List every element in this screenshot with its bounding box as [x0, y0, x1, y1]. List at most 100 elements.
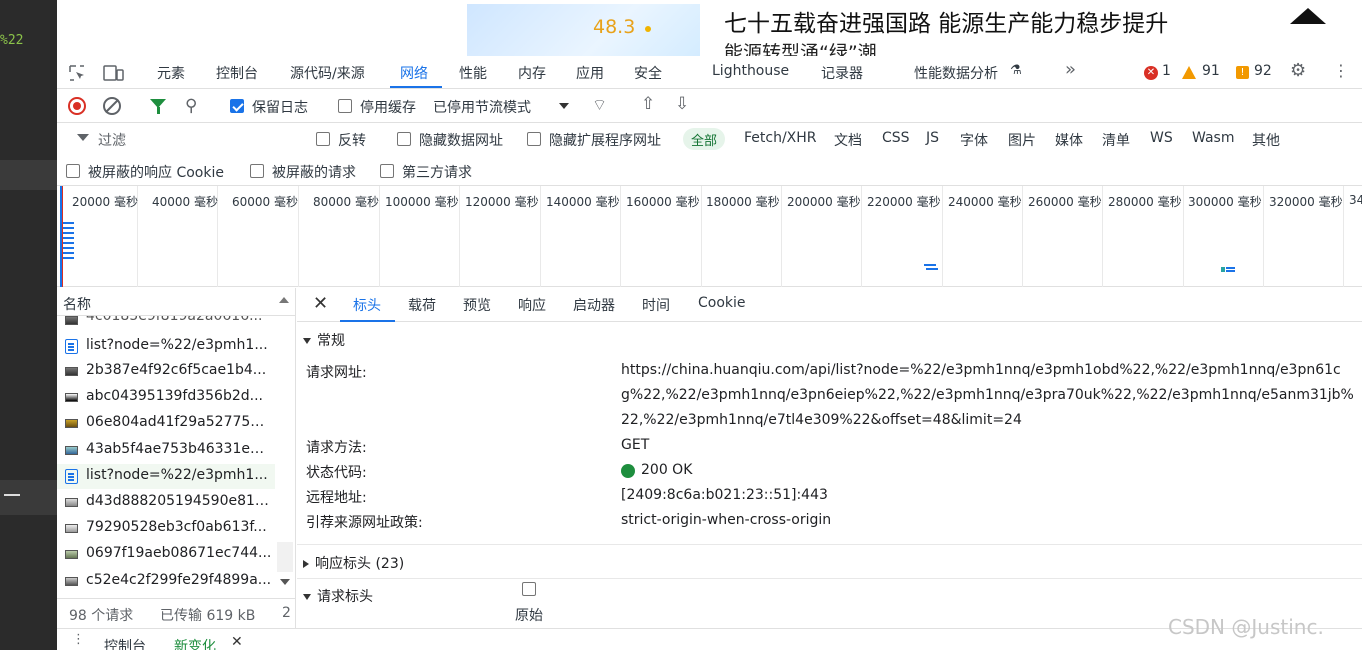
- invert-label[interactable]: 反转: [338, 130, 366, 150]
- inspect-icon[interactable]: [67, 63, 87, 83]
- timeline-tick-label: 100000 毫秒: [385, 195, 459, 209]
- scroll-down-icon[interactable]: [280, 579, 290, 585]
- raw-headers-checkbox[interactable]: [522, 582, 536, 596]
- drawer-tab-whats-new[interactable]: 新变化: [174, 636, 216, 650]
- filter-type-manifest[interactable]: 清单: [1102, 130, 1130, 150]
- hide-data-urls-label[interactable]: 隐藏数据网址: [419, 130, 503, 150]
- more-options-icon[interactable]: ⋮: [1333, 61, 1349, 80]
- tab-lighthouse[interactable]: Lighthouse: [712, 63, 789, 79]
- tab-payload[interactable]: 载荷: [408, 295, 436, 315]
- request-row[interactable]: 2b387e4f92c6f5cae1b4...: [57, 359, 275, 384]
- drawer-menu-icon[interactable]: ⋮: [72, 632, 85, 647]
- tab-console[interactable]: 控制台: [216, 63, 258, 83]
- warning-icon[interactable]: [1182, 66, 1196, 79]
- gear-icon[interactable]: ⚙: [1290, 60, 1306, 81]
- filter-type-js[interactable]: JS: [926, 130, 939, 146]
- tab-network[interactable]: 网络: [400, 63, 428, 83]
- request-row[interactable]: abc04395139fd356b2d...: [57, 385, 275, 410]
- error-icon[interactable]: ✕: [1144, 66, 1158, 80]
- tab-security[interactable]: 安全: [634, 63, 662, 83]
- export-har-icon[interactable]: ⇩: [675, 94, 689, 114]
- sort-up-icon[interactable]: [279, 297, 289, 303]
- filter-type-font[interactable]: 字体: [960, 130, 988, 150]
- tab-application[interactable]: 应用: [576, 63, 604, 83]
- timeline-overview[interactable]: 20000 毫秒 40000 毫秒 60000 毫秒 80000 毫秒 1000…: [57, 186, 1362, 287]
- request-row[interactable]: 0697f19aeb08671ec744...: [57, 542, 275, 567]
- tab-performance-insights[interactable]: 性能数据分析: [914, 63, 998, 83]
- request-row-selected[interactable]: list?node=%22/e3pmh1...: [57, 464, 275, 489]
- hide-ext-urls-checkbox[interactable]: [527, 132, 541, 146]
- tab-performance[interactable]: 性能: [459, 63, 487, 83]
- request-row[interactable]: c52e4c2f299fe29f4899a...: [57, 569, 275, 594]
- raw-headers-label[interactable]: 原始: [515, 605, 543, 625]
- timeline-tick-label: 200000 毫秒: [787, 195, 861, 209]
- tab-elements[interactable]: 元素: [157, 63, 185, 83]
- network-conditions-icon[interactable]: ⌔: [592, 95, 607, 115]
- filter-type-media[interactable]: 媒体: [1055, 130, 1083, 150]
- disable-cache-label[interactable]: 停用缓存: [360, 97, 416, 117]
- request-name: 06e804ad41f29a527753...: [86, 414, 272, 430]
- blocked-requests-checkbox[interactable]: [250, 164, 264, 178]
- disable-cache-checkbox[interactable]: [338, 99, 352, 113]
- general-section-toggle[interactable]: 常规: [303, 330, 345, 350]
- filter-type-other[interactable]: 其他: [1252, 130, 1280, 150]
- timeline-tick-label: 34: [1349, 193, 1362, 207]
- minus-icon[interactable]: [4, 494, 20, 496]
- preserve-log-checkbox[interactable]: [230, 99, 244, 113]
- filter-type-img[interactable]: 图片: [1008, 130, 1036, 150]
- more-tabs-icon[interactable]: »: [1065, 59, 1076, 80]
- request-row[interactable]: 4c0185e9f819a2a0616...: [57, 316, 275, 328]
- filter-type-ws[interactable]: WS: [1150, 130, 1173, 146]
- third-party-checkbox[interactable]: [380, 164, 394, 178]
- filter-type-css[interactable]: CSS: [882, 130, 910, 146]
- drawer-tab-console[interactable]: 控制台: [104, 636, 146, 650]
- name-column-header[interactable]: 名称: [63, 294, 91, 314]
- scroll-top-icon[interactable]: [1290, 8, 1326, 24]
- tab-response[interactable]: 响应: [518, 295, 546, 315]
- chevron-down-icon[interactable]: [559, 103, 569, 109]
- tab-memory[interactable]: 内存: [518, 63, 546, 83]
- search-icon[interactable]: ⚲: [185, 96, 197, 116]
- import-har-icon[interactable]: ⇧: [641, 94, 655, 114]
- hide-data-urls-checkbox[interactable]: [397, 132, 411, 146]
- tab-preview[interactable]: 预览: [463, 295, 491, 315]
- hide-ext-urls-label[interactable]: 隐藏扩展程序网址: [549, 130, 661, 150]
- request-row[interactable]: 06e804ad41f29a527753...: [57, 411, 275, 436]
- news-thumbnail[interactable]: 48.3: [467, 4, 700, 56]
- issues-count[interactable]: 92: [1254, 63, 1272, 79]
- blocked-cookies-label[interactable]: 被屏蔽的响应 Cookie: [88, 162, 224, 182]
- warning-count[interactable]: 91: [1202, 63, 1220, 79]
- request-row[interactable]: d43d888205194590e81f...: [57, 490, 275, 515]
- record-stop-icon[interactable]: [68, 97, 86, 115]
- device-toolbar-icon[interactable]: [103, 64, 125, 82]
- request-row[interactable]: 79290528eb3cf0ab613f...: [57, 516, 275, 541]
- filter-input[interactable]: 过滤: [98, 130, 126, 150]
- throttle-select[interactable]: 已停用节流模式: [433, 97, 531, 117]
- tab-cookies[interactable]: Cookie: [698, 295, 746, 311]
- issues-icon[interactable]: !: [1236, 66, 1249, 79]
- request-headers-toggle[interactable]: 请求标头: [303, 586, 373, 606]
- preserve-log-label[interactable]: 保留日志: [252, 97, 308, 117]
- third-party-label[interactable]: 第三方请求: [402, 162, 472, 182]
- close-icon[interactable]: ✕: [231, 634, 243, 650]
- request-row[interactable]: 43ab5f4ae753b46331ed...: [57, 438, 275, 463]
- clear-icon[interactable]: [103, 97, 121, 115]
- tab-headers[interactable]: 标头: [353, 295, 381, 315]
- error-count[interactable]: 1: [1162, 63, 1171, 79]
- tab-recorder[interactable]: 记录器: [821, 63, 863, 83]
- tab-initiator[interactable]: 启动器: [573, 295, 615, 315]
- filter-type-doc[interactable]: 文档: [834, 130, 862, 150]
- response-headers-toggle[interactable]: 响应标头 (23): [303, 553, 404, 573]
- filter-type-all[interactable]: 全部: [683, 128, 726, 150]
- request-row[interactable]: list?node=%22/e3pmh1...: [57, 334, 275, 359]
- blocked-cookies-checkbox[interactable]: [66, 164, 80, 178]
- filter-type-wasm[interactable]: Wasm: [1192, 130, 1234, 146]
- news-title[interactable]: 七十五载奋进强国路 能源生产能力稳步提升: [724, 4, 1168, 38]
- blocked-requests-label[interactable]: 被屏蔽的请求: [272, 162, 356, 182]
- invert-checkbox[interactable]: [316, 132, 330, 146]
- scrollbar-thumb[interactable]: [277, 542, 293, 572]
- close-icon[interactable]: ✕: [313, 293, 328, 314]
- tab-sources[interactable]: 源代码/来源: [290, 63, 365, 83]
- tab-timing[interactable]: 时间: [642, 295, 670, 315]
- filter-type-fetch[interactable]: Fetch/XHR: [744, 130, 817, 146]
